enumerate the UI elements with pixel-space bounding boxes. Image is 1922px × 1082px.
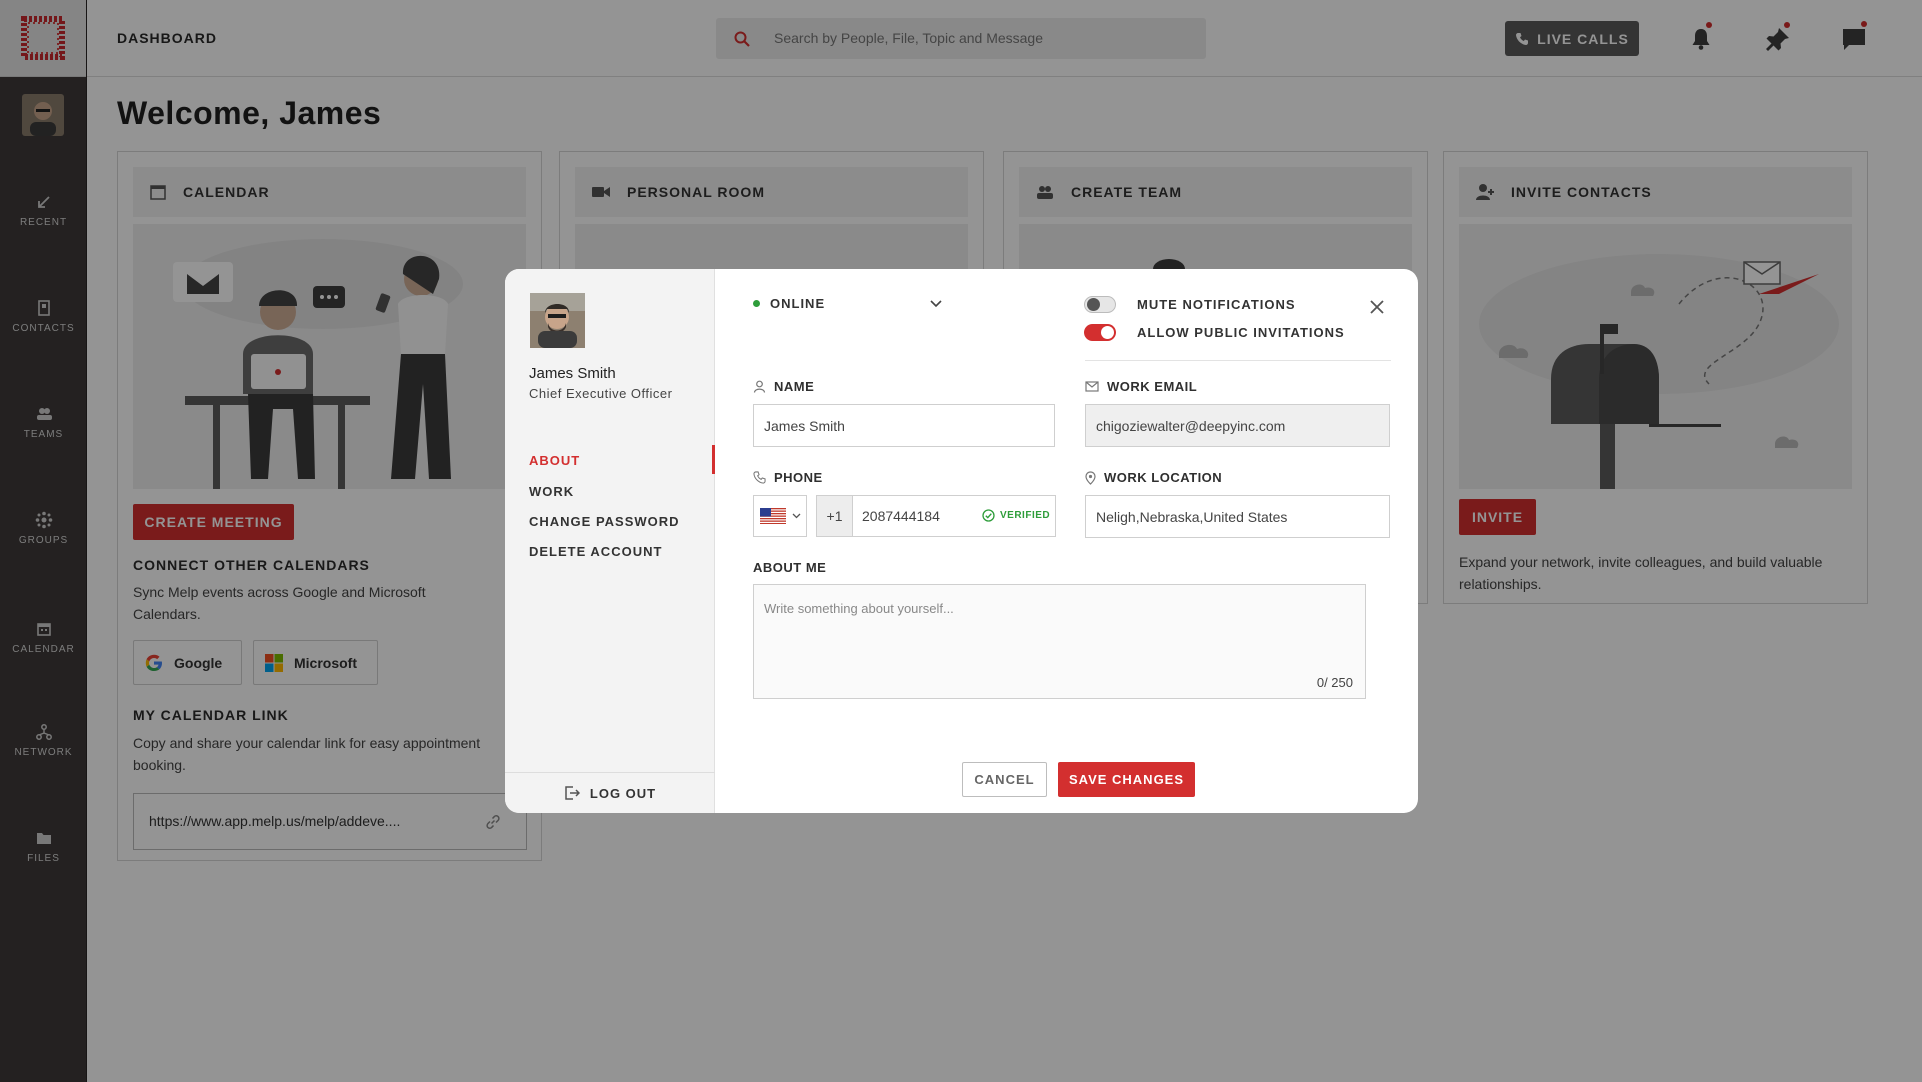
profile-modal: James Smith Chief Executive Officer ABOU…: [505, 269, 1418, 813]
toggle-knob: [1087, 298, 1100, 311]
work-email-label: WORK EMAIL: [1085, 379, 1197, 394]
about-me-label-text: ABOUT ME: [753, 560, 827, 575]
chevron-down-icon: [930, 299, 942, 307]
work-email-label-text: WORK EMAIL: [1107, 379, 1198, 394]
about-placeholder: Write something about yourself...: [764, 601, 954, 616]
allow-invitations-label: ALLOW PUBLIC INVITATIONS: [1137, 325, 1345, 340]
us-flag-icon: [759, 508, 786, 524]
work-email-field: chigoziewalter@deepyinc.com: [1085, 404, 1390, 447]
verified-badge: VERIFIED: [982, 509, 1050, 522]
location-pin-icon: [1085, 470, 1096, 485]
work-location-input[interactable]: Neligh,Nebraska,United States: [1085, 495, 1390, 538]
phone-icon: [753, 471, 766, 484]
name-label-text: NAME: [774, 379, 815, 394]
profile-name: James Smith: [529, 365, 616, 382]
mute-notifications-label: MUTE NOTIFICATIONS: [1137, 297, 1296, 312]
phone-label-text: PHONE: [774, 470, 823, 485]
online-dot: [753, 300, 760, 307]
name-input[interactable]: James Smith: [753, 404, 1055, 447]
country-code-select[interactable]: [753, 495, 807, 537]
active-tab-indicator: [712, 445, 715, 474]
tab-about[interactable]: ABOUT: [529, 453, 580, 468]
check-circle-icon: [982, 509, 995, 522]
mute-notifications-toggle[interactable]: [1084, 296, 1116, 313]
name-value: James Smith: [764, 418, 845, 434]
work-email-value: chigoziewalter@deepyinc.com: [1096, 418, 1286, 434]
profile-avatar[interactable]: [530, 293, 585, 348]
work-location-value: Neligh,Nebraska,United States: [1096, 509, 1288, 525]
work-location-label-text: WORK LOCATION: [1104, 470, 1223, 485]
toggle-knob: [1101, 326, 1114, 339]
character-count: 0/ 250: [1316, 675, 1353, 690]
phone-label: PHONE: [753, 470, 823, 485]
tab-work[interactable]: WORK: [529, 484, 574, 499]
verified-text: VERIFIED: [1000, 510, 1051, 521]
work-location-label: WORK LOCATION: [1085, 470, 1222, 485]
avatar-icon: [530, 293, 585, 348]
close-icon[interactable]: [1368, 298, 1386, 316]
logout-icon: [565, 786, 580, 800]
tab-delete-account[interactable]: DELETE ACCOUNT: [529, 544, 662, 559]
chevron-down-icon: [792, 513, 800, 519]
mail-icon: [1085, 381, 1099, 392]
logout-button[interactable]: LOG OUT: [505, 772, 715, 813]
status-dropdown[interactable]: ONLINE: [753, 296, 942, 311]
save-changes-button[interactable]: SAVE CHANGES: [1058, 762, 1195, 797]
tab-change-password[interactable]: CHANGE PASSWORD: [529, 514, 680, 529]
user-icon: [753, 380, 766, 393]
phone-value: 2087444184: [862, 508, 940, 524]
name-label: NAME: [753, 379, 814, 394]
allow-invitations-toggle[interactable]: [1084, 324, 1116, 341]
about-me-textarea[interactable]: Write something about yourself... 0/ 250: [753, 584, 1366, 699]
phone-code: +1: [817, 496, 853, 536]
profile-sidebar: James Smith Chief Executive Officer ABOU…: [505, 269, 715, 813]
about-me-label: ABOUT ME: [753, 560, 826, 575]
divider: [1085, 360, 1391, 361]
profile-role: Chief Executive Officer: [529, 386, 673, 401]
status-label: ONLINE: [770, 296, 826, 311]
logout-label: LOG OUT: [589, 785, 657, 801]
phone-input[interactable]: +1 2087444184 VERIFIED: [816, 495, 1056, 537]
cancel-button[interactable]: CANCEL: [962, 762, 1047, 797]
